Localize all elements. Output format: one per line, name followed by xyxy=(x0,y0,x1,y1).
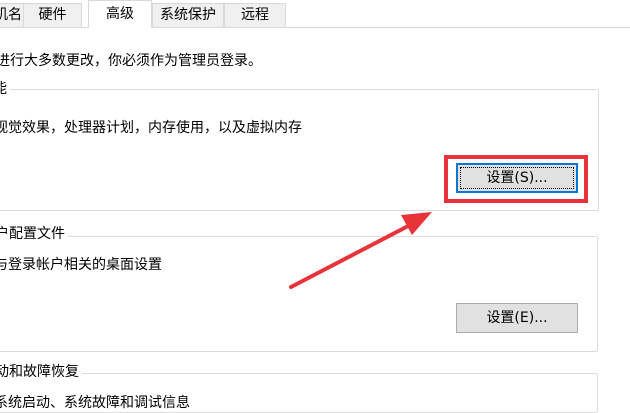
tab-remote[interactable]: 远程 xyxy=(224,3,286,27)
startup-recovery-description: 系统启动、系统故障和调试信息 xyxy=(0,395,190,411)
performance-title: 能 xyxy=(0,81,10,97)
tab-computer-name[interactable]: 机名 xyxy=(0,3,24,27)
user-profiles-description: 与登录帐户相关的桌面设置 xyxy=(0,257,162,273)
startup-recovery-title: 动和故障恢复 xyxy=(0,364,82,380)
user-profiles-title: 户配置文件 xyxy=(0,226,68,242)
performance-settings-button[interactable]: 设置(S)... xyxy=(456,163,578,193)
tab-bar: 机名 硬件 高级 系统保护 远程 xyxy=(0,0,630,28)
user-profiles-settings-button[interactable]: 设置(E)... xyxy=(456,303,578,333)
user-profiles-settings-label: 设置(E)... xyxy=(486,310,548,326)
tab-hardware[interactable]: 硬件 xyxy=(23,3,82,27)
admin-notice: 进行大多数更改，你必须作为管理员登录。 xyxy=(0,53,262,69)
focus-ring xyxy=(460,167,574,189)
tab-system-protection[interactable]: 系统保护 xyxy=(152,3,224,27)
performance-description: 视觉效果，处理器计划，内存使用，以及虚拟内存 xyxy=(0,120,302,136)
tab-advanced[interactable]: 高级 xyxy=(88,0,152,28)
arrow-head xyxy=(401,212,432,235)
